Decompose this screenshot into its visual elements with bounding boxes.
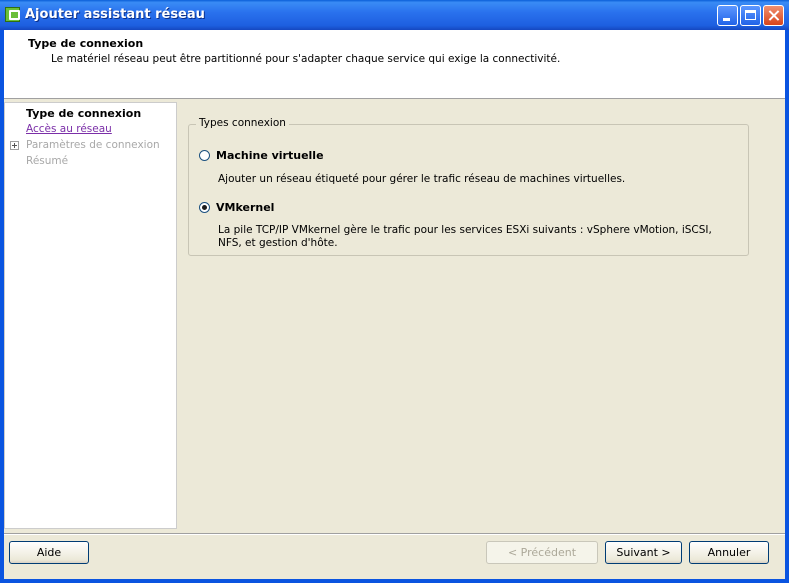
option-vmkernel-description: La pile TCP/IP VMkernel gère le trafic p… [218,224,712,249]
cancel-button[interactable]: Annuler [689,541,769,564]
option-virtual-machine[interactable]: Machine virtuelle [199,149,324,162]
option-virtual-machine-label[interactable]: Machine virtuelle [216,149,324,162]
wizard-body: Type de connexion Le matériel réseau peu… [4,30,785,579]
step-description: Le matériel réseau peut être partitionné… [51,53,561,65]
maximize-button[interactable] [740,5,761,26]
wizard-window: Ajouter assistant réseau Type de connexi… [0,0,789,583]
step-title: Type de connexion [28,37,144,50]
footer-divider [4,533,785,535]
radio-vmkernel[interactable] [199,202,210,213]
help-button[interactable]: Aide [9,541,89,564]
wizard-content: Types connexion Machine virtuelle Ajoute… [180,102,785,529]
nav-item-network-access[interactable]: Accès au réseau [26,123,112,135]
nav-item-connection-type: Type de connexion [26,107,142,120]
option-vmkernel[interactable]: VMkernel [199,201,274,214]
nav-item-summary: Résumé [26,155,69,167]
close-button[interactable] [763,5,784,26]
group-legend: Types connexion [196,117,289,129]
nav-item-connection-settings: Paramètres de connexion [26,139,160,151]
option-virtual-machine-description: Ajouter un réseau étiqueté pour gérer le… [218,173,626,185]
minimize-button[interactable] [717,5,738,26]
window-title: Ajouter assistant réseau [25,7,205,22]
option-vmkernel-label[interactable]: VMkernel [216,201,274,214]
previous-button[interactable]: < Précédent [486,541,598,564]
vsphere-network-icon [5,7,20,22]
title-bar[interactable]: Ajouter assistant réseau [0,0,789,30]
wizard-header: Type de connexion Le matériel réseau peu… [4,30,785,99]
connection-types-group: Types connexion Machine virtuelle Ajoute… [188,117,749,256]
next-button[interactable]: Suivant > [605,541,682,564]
radio-virtual-machine[interactable] [199,150,210,161]
expand-plus-icon[interactable] [10,141,19,150]
wizard-step-list: Type de connexion Accès au réseau Paramè… [4,102,177,529]
